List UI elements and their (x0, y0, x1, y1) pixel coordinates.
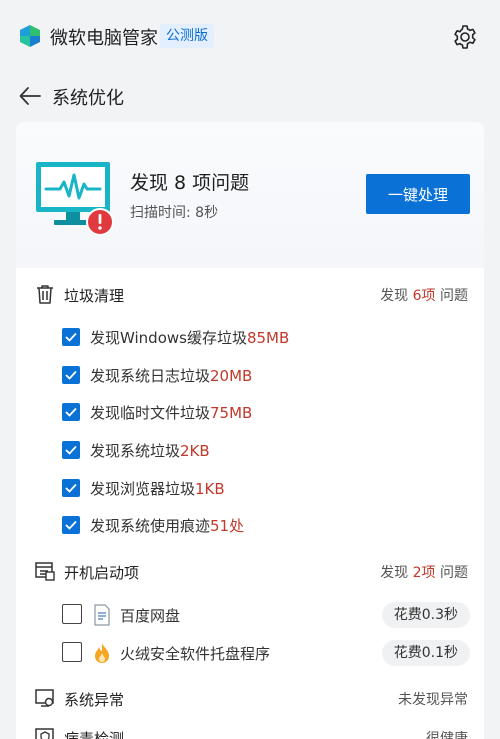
checkbox-checked[interactable] (62, 516, 80, 534)
junk-item-system-log[interactable]: 发现系统日志垃圾20MB (62, 365, 462, 387)
system-anomaly-status: 未发现异常 (398, 692, 468, 708)
page-title: 系统优化 (52, 88, 124, 109)
result-title: 发现 8 项问题 (130, 172, 250, 194)
checkbox-checked[interactable] (62, 403, 80, 421)
checkmark-icon (65, 407, 77, 417)
optimization-card: 发现 8 项问题 扫描时间: 8秒 一键处理 垃圾清理 发现 6项 问题 发现W… (16, 122, 484, 739)
junk-item-windows-cache[interactable]: 发现Windows缓存垃圾85MB (62, 327, 462, 349)
checkbox-checked[interactable] (62, 328, 80, 346)
checkbox-unchecked[interactable] (62, 604, 82, 624)
checkmark-icon (65, 370, 77, 380)
junk-item-label: 发现浏览器垃圾1KB (90, 480, 225, 498)
startup-item-huorong[interactable]: 火绒安全软件托盘程序 花费0.1秒 (62, 640, 470, 666)
checkbox-checked[interactable] (62, 441, 80, 459)
junk-section-header[interactable]: 垃圾清理 发现 6项 问题 (16, 283, 484, 307)
system-anomaly-title: 系统异常 (64, 691, 125, 709)
result-summary: 发现 8 项问题 扫描时间: 8秒 一键处理 (16, 122, 484, 268)
junk-item-label: 发现Windows缓存垃圾85MB (90, 329, 290, 347)
startup-item-name: 火绒安全软件托盘程序 (120, 645, 271, 663)
virus-section-header[interactable]: 病毒检测 很健康 (16, 726, 484, 739)
virus-section-title: 病毒检测 (64, 730, 125, 739)
app-header: 微软电脑管家 公测版 (0, 0, 500, 70)
junk-item-temp-files[interactable]: 发现临时文件垃圾75MB (62, 402, 462, 424)
monitor-alert-icon (36, 162, 114, 236)
checkmark-icon (65, 483, 77, 493)
startup-cost-badge: 花费0.3秒 (381, 602, 470, 628)
junk-item-system-junk[interactable]: 发现系统垃圾2KB (62, 440, 462, 462)
checkmark-icon (65, 332, 77, 342)
trash-icon (37, 285, 53, 304)
junk-section-title: 垃圾清理 (64, 287, 125, 305)
junk-item-browser[interactable]: 发现浏览器垃圾1KB (62, 478, 462, 500)
system-anomaly-section-header[interactable]: 系统异常 未发现异常 (16, 687, 484, 711)
startup-section-header[interactable]: 开机启动项 发现 2项 问题 (16, 560, 484, 584)
startup-cost-badge: 花费0.1秒 (381, 640, 470, 666)
edition-badge: 公测版 (160, 24, 214, 48)
startup-section-summary: 发现 2项 问题 (380, 565, 468, 581)
startup-section-title: 开机启动项 (64, 564, 140, 582)
document-icon (94, 604, 110, 626)
junk-item-label: 发现系统日志垃圾20MB (90, 367, 253, 385)
startup-list-icon (35, 562, 55, 581)
checkmark-icon (65, 445, 77, 455)
checkbox-checked[interactable] (62, 366, 80, 384)
flame-icon (95, 643, 109, 663)
shield-scan-icon (35, 728, 54, 739)
one-click-fix-button[interactable]: 一键处理 (366, 174, 470, 214)
junk-section-summary: 发现 6项 问题 (380, 288, 468, 304)
settings-gear-icon[interactable] (452, 24, 478, 50)
scan-time: 扫描时间: 8秒 (130, 205, 219, 221)
app-logo-icon (20, 25, 40, 47)
back-arrow-icon[interactable] (18, 84, 42, 108)
startup-item-baidu[interactable]: 百度网盘 花费0.3秒 (62, 602, 470, 628)
app-title: 微软电脑管家 (50, 28, 158, 49)
checkbox-unchecked[interactable] (62, 642, 82, 662)
startup-item-name: 百度网盘 (120, 607, 181, 625)
virus-status: 很健康 (426, 731, 468, 739)
system-settings-icon (35, 689, 54, 707)
junk-item-label: 发现系统垃圾2KB (90, 442, 210, 460)
checkmark-icon (65, 520, 77, 530)
junk-item-label: 发现临时文件垃圾75MB (90, 404, 253, 422)
junk-item-label: 发现系统使用痕迹51处 (90, 517, 245, 535)
checkbox-checked[interactable] (62, 479, 80, 497)
junk-item-usage-traces[interactable]: 发现系统使用痕迹51处 (62, 515, 462, 537)
